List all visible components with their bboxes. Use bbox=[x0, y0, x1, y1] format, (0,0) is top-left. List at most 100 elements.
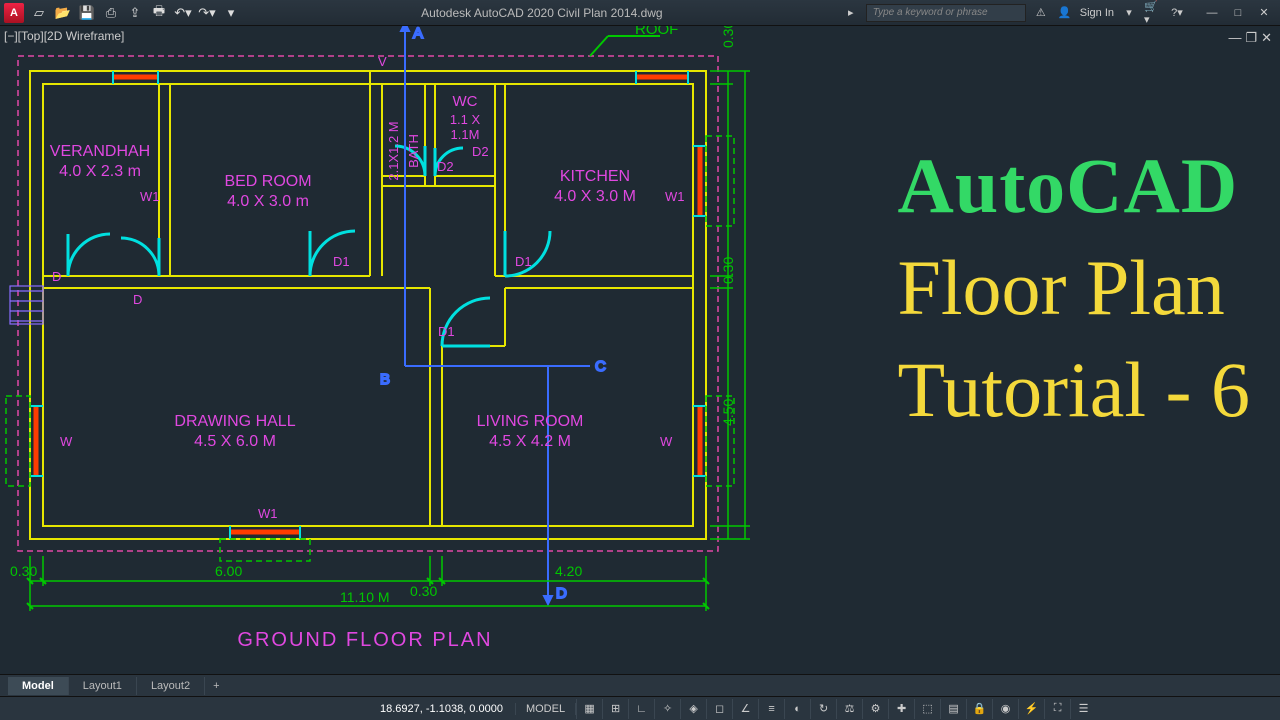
tab-layout2[interactable]: Layout2 bbox=[137, 677, 205, 695]
plot-icon[interactable]: 🖶 bbox=[148, 3, 170, 23]
dim-4.20: 4.20 bbox=[555, 563, 582, 579]
quick-access-toolbar: ▱ 📂 💾 ⎙ ⇪ 🖶 ↶▾ ↷▾ ▾ bbox=[28, 3, 242, 23]
room-bedroom-dim: 4.0 X 3.0 m bbox=[227, 193, 309, 210]
status-bar: 18.6927, -1.1038, 0.0000 MODEL ▦ ⊞ ∟ ✧ ◈… bbox=[0, 696, 1280, 720]
title-right: ▸ Type a keyword or phrase ⚠ 👤 Sign In ▾… bbox=[842, 4, 1276, 22]
grid-icon[interactable]: ▦ bbox=[576, 699, 602, 719]
status-model[interactable]: MODEL bbox=[515, 703, 576, 715]
d-tag-ver: D bbox=[52, 269, 61, 284]
tab-add[interactable]: + bbox=[205, 677, 227, 695]
cart-icon[interactable]: 🛒▾ bbox=[1144, 4, 1162, 22]
web-icon[interactable]: ⇪ bbox=[124, 3, 146, 23]
maximize-button[interactable]: □ bbox=[1226, 4, 1250, 22]
saveas-icon[interactable]: ⎙ bbox=[100, 3, 122, 23]
v-tag: V bbox=[378, 54, 387, 69]
viewport-label[interactable]: [−][Top][2D Wireframe] bbox=[4, 29, 124, 43]
floor-plan-svg: ROOF bbox=[0, 26, 760, 706]
tab-model[interactable]: Model bbox=[8, 677, 69, 695]
connect-icon[interactable]: ⚠ bbox=[1032, 4, 1050, 22]
room-wc-name: WC bbox=[453, 93, 478, 110]
minimize-button[interactable]: — bbox=[1200, 4, 1224, 22]
snap-icon[interactable]: ⊞ bbox=[602, 699, 628, 719]
room-drawing-dim: 4.5 X 6.0 M bbox=[194, 433, 276, 450]
lock-icon[interactable]: 🔒 bbox=[966, 699, 992, 719]
d2-tag-wc2: D2 bbox=[472, 144, 489, 159]
help-icon[interactable]: ?▾ bbox=[1168, 4, 1186, 22]
cleanscreen-icon[interactable]: ⛶ bbox=[1044, 699, 1070, 719]
open-icon[interactable]: 📂 bbox=[52, 3, 74, 23]
dim-0.30t: 0.30 bbox=[720, 26, 736, 48]
workspace-icon[interactable]: ⚙ bbox=[862, 699, 888, 719]
signin-link[interactable]: Sign In bbox=[1080, 7, 1114, 19]
d-tag-bed: D bbox=[133, 292, 142, 307]
redo-icon[interactable]: ↷▾ bbox=[196, 3, 218, 23]
recent-icon[interactable]: ▸ bbox=[842, 4, 860, 22]
room-verandah-name: VERANDHAH bbox=[50, 143, 150, 160]
section-a: A bbox=[413, 26, 423, 42]
coordinates: 18.6927, -1.1038, 0.0000 bbox=[380, 703, 503, 715]
dim-0.30a: 0.30 bbox=[10, 563, 37, 579]
annomonitor-icon[interactable]: ✚ bbox=[888, 699, 914, 719]
units-icon[interactable]: ⬚ bbox=[914, 699, 940, 719]
custom-icon[interactable]: ☰ bbox=[1070, 699, 1096, 719]
bath-label: BATH bbox=[406, 134, 421, 168]
svg-text:1.1M: 1.1M bbox=[451, 127, 480, 142]
d1-tag-living: D1 bbox=[438, 324, 455, 339]
overlay-line-1: AutoCAD bbox=[898, 141, 1251, 231]
ortho-icon[interactable]: ∟ bbox=[628, 699, 654, 719]
status-toggles: ▦ ⊞ ∟ ✧ ◈ ◻ ∠ ≡ ◐ ↻ ⚖ ⚙ ✚ ⬚ ▤ 🔒 ◉ ⚡ ⛶ ☰ bbox=[576, 699, 1096, 719]
dim-0.30b: 0.30 bbox=[410, 583, 437, 599]
w1-tag-kit: W1 bbox=[665, 189, 685, 204]
undo-icon[interactable]: ↶▾ bbox=[172, 3, 194, 23]
otrack-icon[interactable]: ∠ bbox=[732, 699, 758, 719]
annoscale-icon[interactable]: ⚖ bbox=[836, 699, 862, 719]
layout-tabs: Model Layout1 Layout2 + bbox=[0, 674, 1280, 696]
transparency-icon[interactable]: ◐ bbox=[784, 699, 810, 719]
section-b: B bbox=[380, 371, 390, 388]
cycling-icon[interactable]: ↻ bbox=[810, 699, 836, 719]
roof-label: ROOF bbox=[635, 26, 678, 38]
room-drawing-name: DRAWING HALL bbox=[174, 413, 295, 430]
lineweight-icon[interactable]: ≡ bbox=[758, 699, 784, 719]
doc-minimize-icon[interactable]: — bbox=[1228, 30, 1241, 46]
osnap-icon[interactable]: ◻ bbox=[706, 699, 732, 719]
bath-dim: 2.1X1.2 M bbox=[386, 121, 401, 180]
room-verandah-dim: 4.0 X 2.3 m bbox=[59, 163, 141, 180]
exchange-icon[interactable]: ▾ bbox=[1120, 4, 1138, 22]
save-icon[interactable]: 💾 bbox=[76, 3, 98, 23]
room-kitchen-dim: 4.0 X 3.0 M bbox=[554, 188, 636, 205]
drawing-canvas[interactable]: AutoCAD Floor Plan Tutorial - 6 ROOF bbox=[0, 26, 1280, 696]
w1-tag-ver: W1 bbox=[140, 189, 160, 204]
dim-4.50: 4.50 bbox=[720, 399, 736, 426]
room-kitchen-name: KITCHEN bbox=[560, 168, 630, 185]
room-living-dim: 4.5 X 4.2 M bbox=[489, 433, 571, 450]
w1-tag-bottom: W1 bbox=[258, 506, 278, 521]
iso-icon[interactable]: ◈ bbox=[680, 699, 706, 719]
app-logo[interactable]: A bbox=[4, 3, 24, 23]
qat-dropdown-icon[interactable]: ▾ bbox=[220, 3, 242, 23]
room-wc-dim: 1.1 X bbox=[450, 112, 481, 127]
dim-6.00: 6.00 bbox=[215, 563, 242, 579]
new-icon[interactable]: ▱ bbox=[28, 3, 50, 23]
search-input[interactable]: Type a keyword or phrase bbox=[866, 4, 1026, 22]
doc-restore-icon[interactable]: ❐ bbox=[1245, 30, 1257, 46]
user-icon[interactable]: 👤 bbox=[1056, 4, 1074, 22]
hardware-icon[interactable]: ⚡ bbox=[1018, 699, 1044, 719]
outer-wall bbox=[30, 71, 706, 539]
d2-tag-wc: D2 bbox=[437, 159, 454, 174]
dim-11.10: 11.10 M bbox=[340, 589, 390, 605]
tutorial-title-overlay: AutoCAD Floor Plan Tutorial - 6 bbox=[898, 141, 1251, 435]
d1-tag-bed: D1 bbox=[333, 254, 350, 269]
polar-icon[interactable]: ✧ bbox=[654, 699, 680, 719]
section-d: D bbox=[556, 585, 567, 602]
doc-close-icon[interactable]: ✕ bbox=[1261, 30, 1272, 46]
w-tag-right: W bbox=[660, 434, 673, 449]
window-title: Autodesk AutoCAD 2020 Civil Plan 2014.dw… bbox=[242, 6, 842, 20]
room-living-name: LIVING ROOM bbox=[477, 413, 584, 430]
close-button[interactable]: ✕ bbox=[1252, 4, 1276, 22]
isolate-icon[interactable]: ◉ bbox=[992, 699, 1018, 719]
plan-title: GROUND FLOOR PLAN bbox=[237, 629, 492, 651]
quickprops-icon[interactable]: ▤ bbox=[940, 699, 966, 719]
tab-layout1[interactable]: Layout1 bbox=[69, 677, 137, 695]
w-tag-left: W bbox=[60, 434, 73, 449]
